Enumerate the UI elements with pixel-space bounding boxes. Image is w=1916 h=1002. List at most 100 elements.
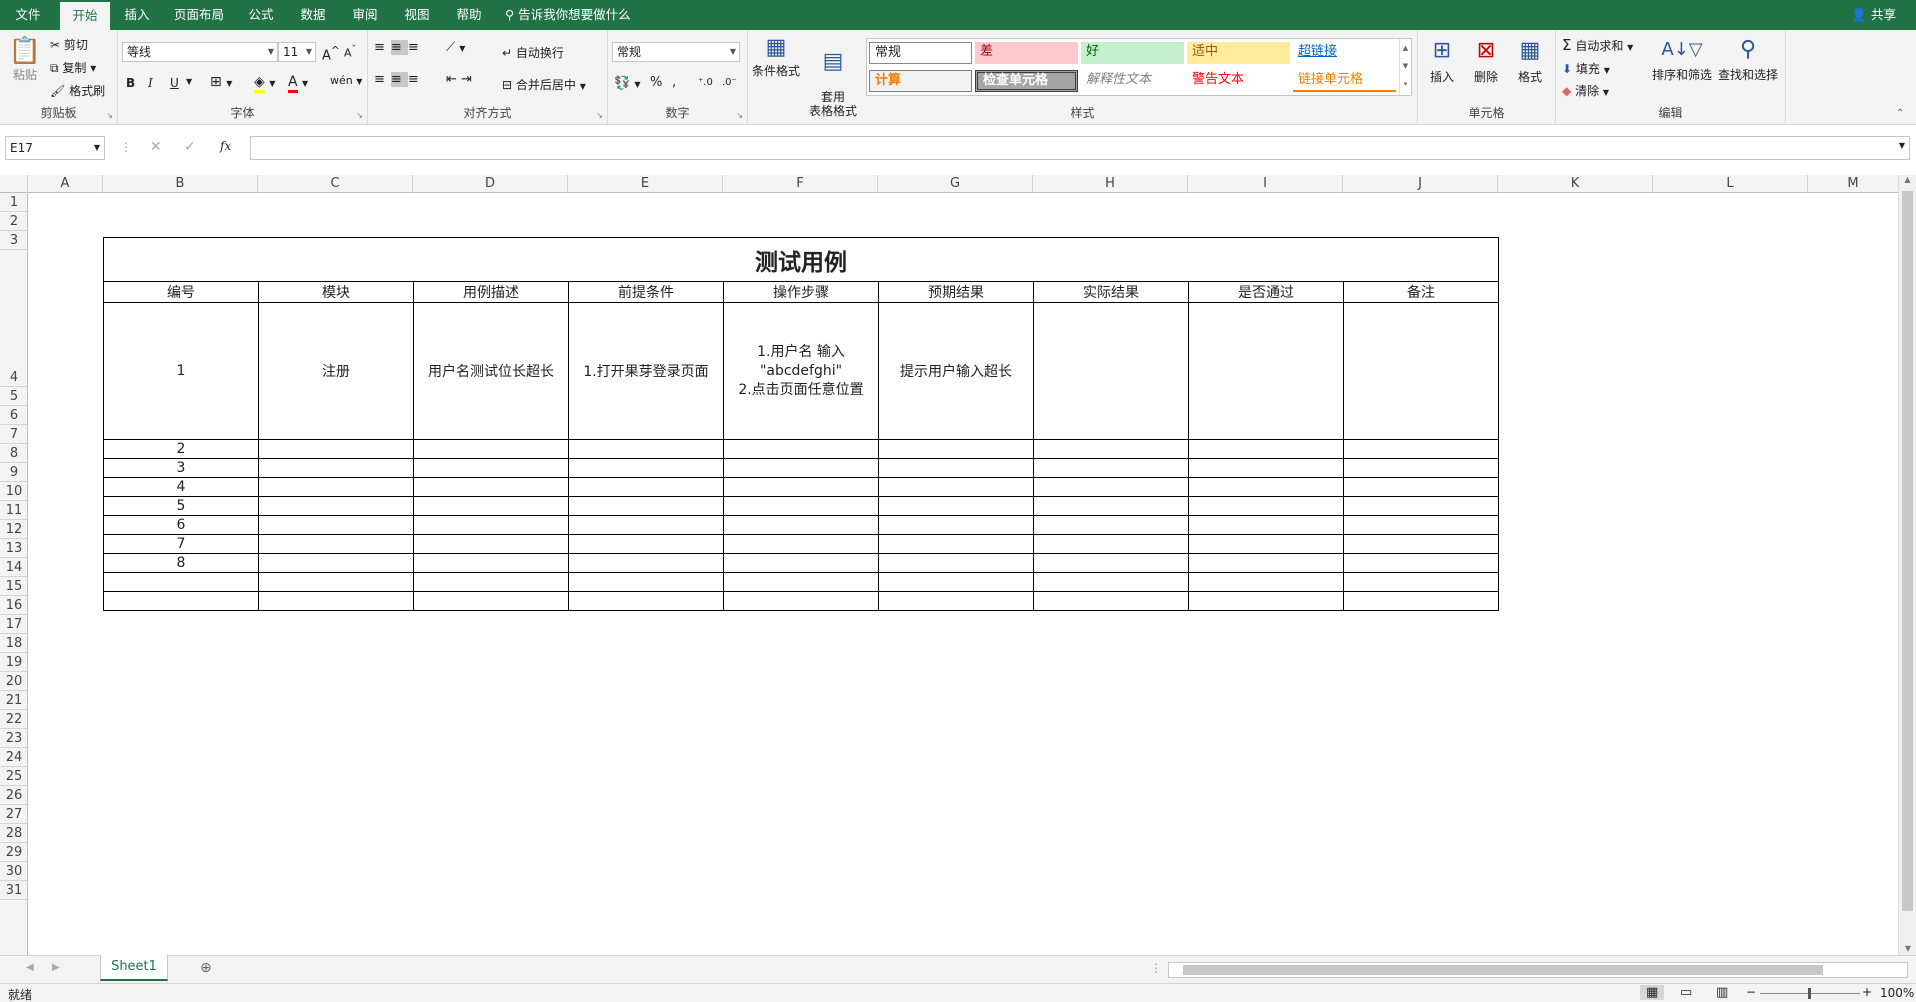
cell-empty[interactable] [723,496,879,516]
column-header-cell[interactable]: 是否通过 [1188,281,1344,303]
cell-pass[interactable] [1188,302,1344,440]
column-header-cell[interactable]: 预期结果 [878,281,1034,303]
row-header[interactable]: 7 [0,425,27,444]
row-header[interactable]: 28 [0,824,27,843]
col-header[interactable]: E [568,175,723,193]
cell-empty[interactable] [1033,534,1189,554]
zoom-out-icon[interactable]: − [1746,985,1756,999]
row-header[interactable]: 30 [0,862,27,881]
style-hyperlink[interactable]: 超链接 [1293,42,1396,64]
tab-home[interactable]: 开始 [60,2,110,30]
row-header[interactable]: 29 [0,843,27,862]
cell-empty[interactable] [1188,553,1344,573]
style-bad[interactable]: 差 [975,42,1078,64]
cell-empty[interactable] [878,458,1034,478]
row-header[interactable]: 25 [0,767,27,786]
cell-empty[interactable] [878,477,1034,497]
find-select-button[interactable]: ⚲ 查找和选择 [1716,34,1780,83]
cell-empty[interactable] [1343,572,1499,592]
bold-button[interactable]: B [126,76,135,90]
cell-empty[interactable] [568,439,724,459]
steps-cell[interactable]: 1.用户名 输入 "abcdefghi" 2.点击页面任意位置 [723,302,879,440]
cell-empty[interactable] [1188,591,1344,611]
cell-empty[interactable] [1033,553,1189,573]
row-header[interactable]: 10 [0,482,27,501]
cell-empty[interactable] [258,534,414,554]
insert-function-icon[interactable]: fx [220,139,231,153]
cell-empty[interactable] [1343,439,1499,459]
cell-empty[interactable] [1033,591,1189,611]
style-normal[interactable]: 常规 [869,42,972,64]
scroll-down-icon[interactable]: ▼ [1899,944,1916,953]
cell-id[interactable]: 1 [103,302,259,440]
row-header[interactable]: 22 [0,710,27,729]
cell-empty[interactable] [723,458,879,478]
comma-button[interactable]: , [672,75,676,90]
row-header[interactable]: 13 [0,539,27,558]
cell-empty[interactable] [1343,458,1499,478]
wrap-text-button[interactable]: ↵ 自动换行 [502,44,564,61]
row-header[interactable]: 18 [0,634,27,653]
cell-empty[interactable] [568,534,724,554]
row-header[interactable]: 1 [0,193,27,212]
dialog-launcher-icon[interactable]: ↘ [736,111,743,120]
tab-file[interactable]: 文件 [0,0,56,30]
cell-id[interactable]: 7 [103,534,259,554]
column-header-cell[interactable]: 操作步骤 [723,281,879,303]
number-format-select[interactable]: 常规 ▼ [612,42,740,62]
decrease-decimal-icon[interactable]: .0⁻ [722,77,737,88]
cell-empty[interactable] [258,515,414,535]
column-header-cell[interactable]: 用例描述 [413,281,569,303]
cell-empty[interactable] [878,572,1034,592]
cell-precondition[interactable]: 1.打开果芽登录页面 [568,302,724,440]
italic-button[interactable]: I [148,76,153,90]
row-header[interactable]: 26 [0,786,27,805]
dialog-launcher-icon[interactable]: ↘ [356,111,363,120]
cell-empty[interactable] [258,439,414,459]
chevron-down-icon[interactable]: ▼ [186,77,192,86]
prev-sheet-icon[interactable]: ◀ [26,962,34,973]
row-header[interactable]: 14 [0,558,27,577]
cut-button[interactable]: ✂ 剪切 [50,36,88,53]
cell-actual[interactable] [1033,302,1189,440]
delete-cells-button[interactable]: ⊠ 删除 [1468,34,1504,85]
font-size-select[interactable]: 11 ▼ [278,42,316,62]
increase-font-button[interactable]: A^ [322,44,340,63]
row-header[interactable]: 23 [0,729,27,748]
row-header[interactable]: 19 [0,653,27,672]
cell-empty[interactable] [878,515,1034,535]
col-header[interactable]: L [1653,175,1808,193]
cell-empty[interactable] [568,572,724,592]
row-header[interactable]: 11 [0,501,27,520]
column-header-cell[interactable]: 备注 [1343,281,1499,303]
row-header[interactable]: 20 [0,672,27,691]
vertical-scrollbar[interactable]: ▲ ▼ [1898,175,1916,955]
cell-id[interactable] [103,591,259,611]
cell-empty[interactable] [723,439,879,459]
cell-empty[interactable] [878,439,1034,459]
cell-empty[interactable] [878,534,1034,554]
format-cells-button[interactable]: ▦ 格式 [1512,34,1548,85]
cell-empty[interactable] [1033,496,1189,516]
style-neutral[interactable]: 适中 [1187,42,1290,64]
clear-button[interactable]: ◆ 清除 ▼ [1562,82,1609,99]
cell-empty[interactable] [568,477,724,497]
cell-empty[interactable] [413,572,569,592]
style-check-cell[interactable]: 检查单元格 [975,70,1078,92]
cell-desc[interactable]: 用户名测试位长超长 [413,302,569,440]
splitter-icon[interactable]: ⋮ [1150,961,1162,975]
horizontal-align-icons[interactable]: ≡≡≡ [374,72,425,87]
cell-id[interactable]: 3 [103,458,259,478]
sheet-tab-sheet1[interactable]: Sheet1 [100,955,168,981]
row-header[interactable]: 3 [0,231,27,250]
cell-empty[interactable] [1188,534,1344,554]
cell-note[interactable] [1343,302,1499,440]
collapse-ribbon-icon[interactable]: ⌃ [1896,108,1904,119]
font-color-icon[interactable]: A ▼ [288,74,308,93]
cell-empty[interactable] [258,458,414,478]
cell-empty[interactable] [723,591,879,611]
cell-empty[interactable] [413,458,569,478]
cell-empty[interactable] [723,572,879,592]
tab-formulas[interactable]: 公式 [238,0,284,30]
row-header[interactable]: 15 [0,577,27,596]
